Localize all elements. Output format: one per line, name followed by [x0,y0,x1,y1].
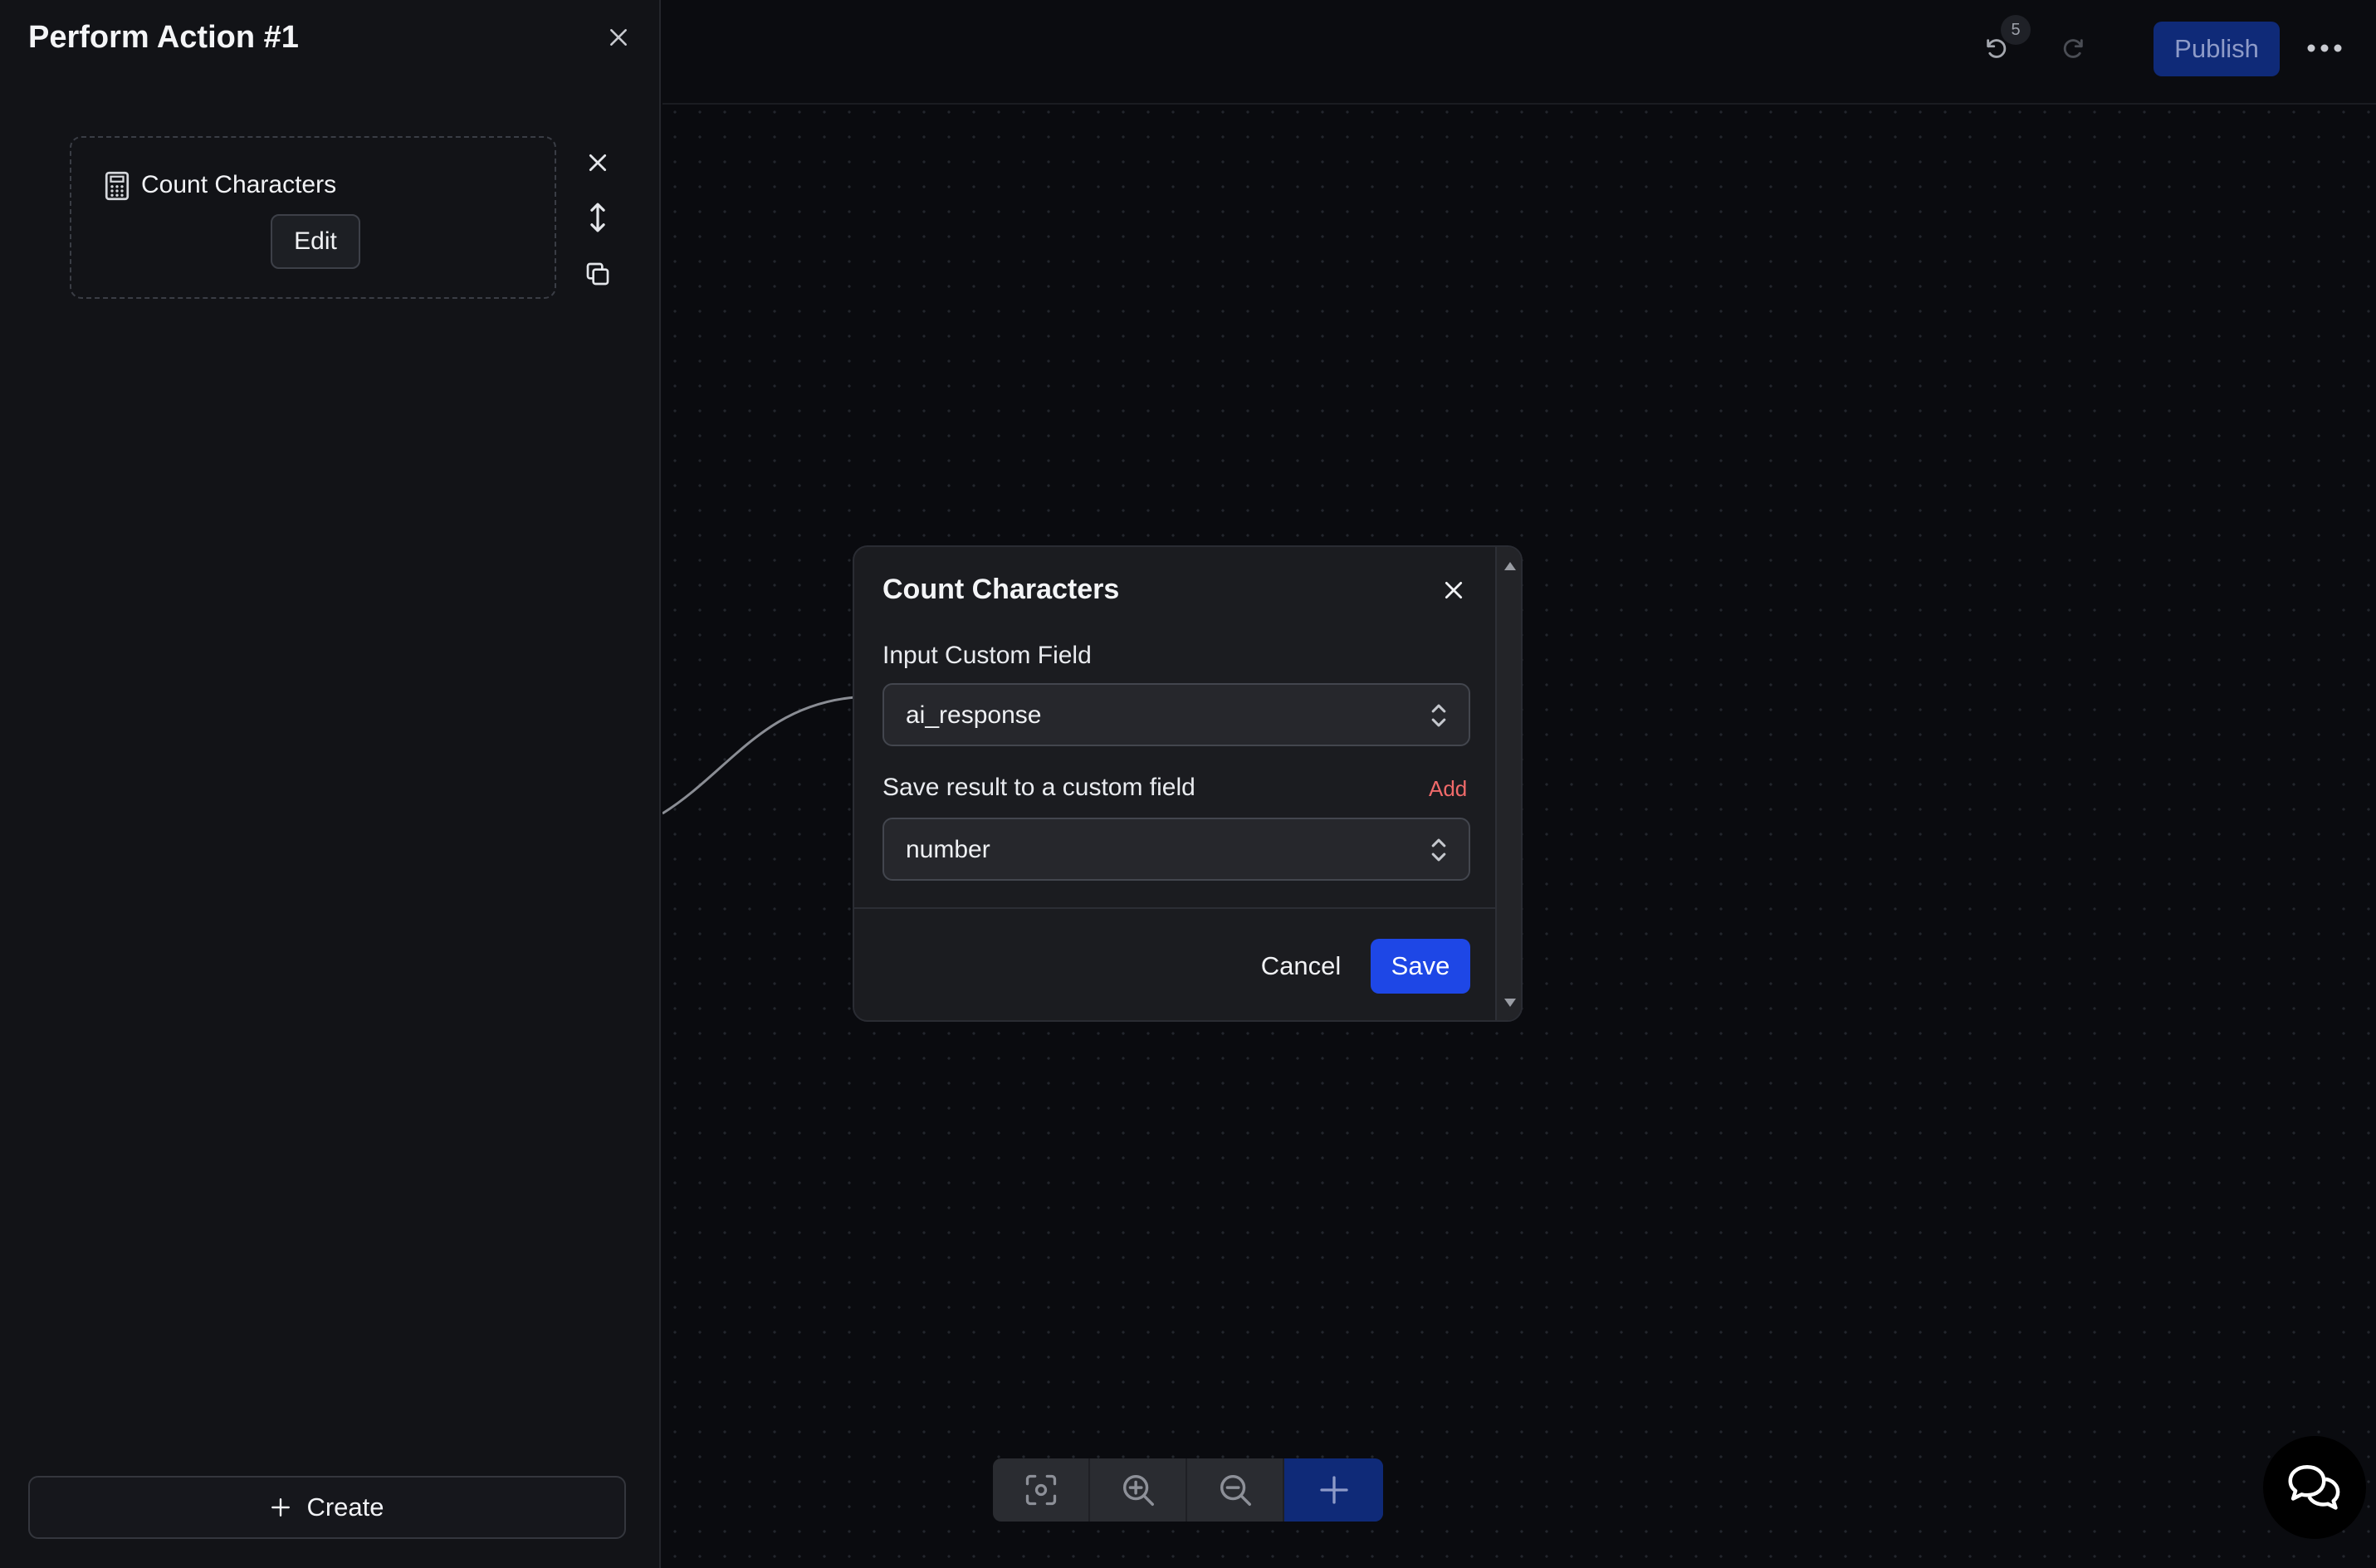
copy-icon [586,262,609,286]
dialog-scrollbar[interactable] [1495,547,1521,1020]
redo-button[interactable] [2052,30,2092,70]
output-custom-field-value: number [906,836,990,863]
chevron-up-down-icon [1431,838,1446,862]
close-icon [1445,581,1463,599]
input-custom-field-select[interactable]: ai_response [882,683,1470,746]
input-field-label: Input Custom Field [882,642,1092,669]
top-toolbar [662,0,2376,105]
zoom-out-button[interactable] [1187,1458,1284,1522]
output-custom-field-select[interactable]: number [882,818,1470,881]
fit-view-button[interactable] [993,1458,1090,1522]
scroll-up-button[interactable] [1497,554,1521,579]
count-characters-dialog: Count Characters Input Custom Field ai_r… [853,545,1523,1022]
plus-icon [1319,1476,1348,1504]
create-button-label: Create [306,1492,384,1522]
triangle-down-icon [1503,999,1516,1007]
action-card-title: Count Characters [141,171,337,198]
remove-action-button[interactable] [581,146,614,179]
more-horizontal-icon [2307,44,2342,52]
undo-count-badge: 5 [2001,15,2031,45]
output-field-label: Save result to a custom field [882,774,1195,801]
vertical-arrows-icon [590,203,605,232]
focus-icon [1025,1474,1056,1506]
add-custom-field-link[interactable]: Add [1429,776,1467,802]
panel-title: Perform Action #1 [28,20,299,55]
flow-connector [662,696,856,815]
zoom-in-button[interactable] [1090,1458,1187,1522]
action-side-panel: Perform Action #1 Count Characters Edit … [0,0,661,1568]
edit-action-button[interactable]: Edit [271,214,360,269]
close-icon [589,154,607,172]
cancel-button[interactable]: Cancel [1243,939,1359,994]
chevron-up-down-icon [1431,704,1446,727]
dialog-close-button[interactable] [1435,572,1472,608]
redo-icon [2063,39,2083,58]
close-icon [610,29,627,46]
scroll-down-button[interactable] [1497,990,1521,1015]
dialog-footer: Cancel Save [854,907,1508,1020]
plus-icon [271,1498,291,1517]
dialog-title: Count Characters [882,574,1120,605]
panel-close-button[interactable] [603,22,634,53]
triangle-up-icon [1503,562,1516,570]
add-node-button[interactable] [1284,1458,1383,1522]
more-options-button[interactable] [2305,32,2344,65]
chat-bubbles-icon [2288,1465,2340,1510]
input-custom-field-value: ai_response [906,701,1042,729]
publish-button[interactable]: Publish [2154,22,2280,76]
move-action-handle[interactable] [581,201,614,234]
support-chat-button[interactable] [2263,1436,2366,1539]
canvas-zoom-toolbar [993,1458,1383,1522]
zoom-out-icon [1220,1474,1251,1506]
zoom-in-icon [1122,1474,1154,1506]
duplicate-action-button[interactable] [581,257,614,291]
create-button[interactable]: Create [28,1476,626,1539]
action-card[interactable]: Count Characters Edit [70,136,556,299]
calculator-icon [105,171,130,201]
save-button[interactable]: Save [1371,939,1470,994]
